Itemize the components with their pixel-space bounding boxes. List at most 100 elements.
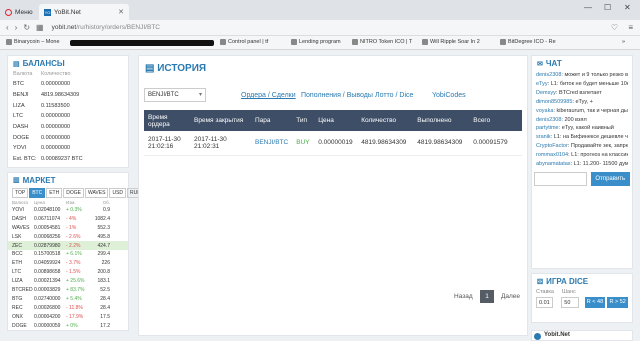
tab-yobit[interactable]: YO YoBit.Net ✕	[39, 4, 129, 20]
market-header: Валюта Цена Изм. Об.	[8, 198, 128, 206]
chat-input[interactable]	[534, 171, 587, 186]
market-tab-top[interactable]: TOP	[12, 187, 29, 198]
window-close-icon[interactable]: ✕	[624, 3, 631, 12]
market-currency: BTCRED	[12, 286, 33, 293]
bet-select[interactable]: 0.01	[536, 297, 554, 308]
balance-amount: 0.00000000	[41, 81, 71, 88]
market-currency: LSK	[12, 233, 22, 240]
chat-text: kiberaurum, так и черная дыра может откр…	[556, 107, 629, 114]
market-row[interactable]: LIZA 0.00021394 + 25.6% 183.1	[8, 277, 128, 286]
market-tab-eth[interactable]: ETH	[46, 187, 63, 198]
roll-high-button[interactable]: R > 52	[607, 297, 628, 308]
chat-username[interactable]: abynamatatas	[536, 161, 571, 167]
balance-amount: 4819.98634309	[41, 92, 80, 99]
link-deposits-withdrawals[interactable]: Пополнения / Выводы	[301, 92, 373, 99]
orders-header-row: Время ордера Время закрытия Пара Тип Цен…	[144, 110, 522, 131]
chat-username[interactable]: voyaka	[536, 108, 553, 114]
market-row[interactable]: DOGE 0.00000059 + 0% 17.2	[8, 321, 128, 330]
market-row[interactable]: BTG 0.02740000 + 5.4% 28.4	[8, 294, 128, 303]
done-cell: 4819.98634309	[413, 131, 470, 156]
chat-username[interactable]: denis2308	[536, 117, 561, 123]
page-number[interactable]: 1	[480, 290, 494, 303]
market-tab-doge[interactable]: DOGE	[63, 187, 84, 198]
pair-link[interactable]: BENJI/BTC	[251, 131, 293, 156]
market-tab-waves[interactable]: WAVES	[84, 187, 109, 198]
history-title: ▤ ИСТОРИЯ	[145, 63, 206, 74]
close-tab-icon[interactable]: ✕	[118, 8, 124, 16]
bookmark-item[interactable]: Control panel | tf	[220, 39, 268, 45]
market-list: YOVI 0.02048100 + 0.3% 0.9 DASH 0.06711074 - 4…	[8, 206, 128, 330]
history-icon: ▤	[145, 63, 158, 74]
market-row[interactable]: BTCRED 0.00003829 + 83.7% 52.5	[8, 286, 128, 295]
chat-username[interactable]: CryptoFactor	[536, 143, 568, 149]
market-row[interactable]: ZEC 0.02879980 - 2.2% 424.7	[8, 241, 128, 250]
market-tab-usd[interactable]: USD	[109, 187, 127, 198]
url-field[interactable]: yobit.net/ru/history/orders/BENJI/BTC	[52, 24, 160, 31]
chat-username[interactable]: sranik	[536, 134, 551, 140]
market-currency: DOGE	[12, 322, 27, 329]
send-button[interactable]: Отправить	[590, 171, 630, 186]
minimize-icon[interactable]: —	[584, 3, 592, 12]
bookmark-item[interactable]: Will Ripple Soar In 2	[422, 39, 480, 45]
market-row[interactable]: DASH 0.06711074 - 4% 1082.4	[8, 214, 128, 223]
market-change: - 11.8%	[66, 304, 83, 311]
bookmark-star-icon[interactable]: ♡	[611, 23, 618, 32]
col-volume: Об.	[102, 199, 110, 205]
pair-select[interactable]: BENJI/BTC ▾	[144, 88, 206, 102]
maximize-icon[interactable]: ☐	[604, 3, 611, 12]
roll-low-button[interactable]: R < 48	[584, 297, 606, 308]
bookmark-item[interactable]: BitDegree ICO - Re	[500, 39, 556, 45]
market-volume: 552.3	[97, 224, 110, 231]
chat-username[interactable]: denis2308	[536, 72, 561, 78]
browser-menu-icon[interactable]: ≡	[628, 23, 633, 32]
balances-table: Валюта Количество BTC 0.00000000 BENJI 4819…	[8, 71, 128, 167]
col-done: Выполнено	[413, 110, 470, 131]
market-tab-btc[interactable]: BTC	[29, 187, 46, 198]
back-icon[interactable]: ‹	[6, 23, 9, 32]
link-orders-trades[interactable]: Ордера / Сделки	[241, 92, 296, 99]
forward-icon[interactable]: ›	[15, 23, 18, 32]
market-row[interactable]: REC 0.00026800 - 11.8% 28.4	[8, 303, 128, 312]
yobit-net-label: Yobit.Net	[544, 332, 570, 338]
link-yobicodes[interactable]: YobiCodes	[432, 92, 466, 99]
chat-username[interactable]: dimon8509985	[536, 99, 572, 105]
chat-username[interactable]: eTyy	[536, 81, 548, 87]
market-row[interactable]: LTC 0.00898658 - 1.5% 200.8	[8, 268, 128, 277]
bookmark-favicon-icon	[291, 39, 297, 45]
chevron-down-icon: ▾	[198, 92, 202, 98]
bookmark-item[interactable]: NITRO Token ICO | T	[352, 39, 412, 45]
market-currency: ZEC	[12, 242, 22, 249]
balance-row: BTC 0.00000000	[13, 79, 123, 90]
chat-text: L1: на Бифинексе дешевле чем у нас стало	[553, 134, 628, 141]
market-row[interactable]: BCC 0.15700518 + 6.1% 299.4	[8, 250, 128, 259]
right-sidebar: ✉ ЧАТ denis2308: может и 9 только резко в…	[531, 55, 633, 327]
market-row[interactable]: YOVI 0.02048100 + 0.3% 0.9	[8, 206, 128, 215]
reload-icon[interactable]: ↻	[23, 23, 30, 32]
market-currency: REC	[12, 304, 23, 311]
balance-row: LTC 0.00000000	[13, 111, 123, 122]
bookmark-item[interactable]: Lending program	[291, 39, 341, 45]
balance-row: Est. BTC: 0.00089237 BTC	[13, 154, 123, 165]
prev-page-link[interactable]: Назад	[454, 293, 473, 300]
col-amount: Количество	[41, 71, 71, 77]
market-row[interactable]: ONX 0.00004200 - 17.9% 17.5	[8, 312, 128, 321]
next-page-link[interactable]: Далее	[501, 293, 520, 300]
yobit-favicon-icon: YO	[44, 8, 51, 16]
market-row[interactable]: ETH 0.04059924 - 3.7% 226	[8, 259, 128, 268]
bookmark-item[interactable]: Binarycoin – Mone	[6, 39, 60, 45]
chat-username[interactable]: partytime	[536, 125, 559, 131]
market-volume: 226	[101, 260, 110, 267]
chance-select[interactable]: 50	[561, 297, 579, 308]
more-bookmarks-icon[interactable]: »	[622, 39, 625, 45]
speed-dial-icon[interactable]: ▦	[36, 23, 44, 32]
market-row[interactable]: LSK 0.00068256 - 2.6% 495.8	[8, 232, 128, 241]
tab-label: YoBit.Net	[54, 8, 81, 16]
tab-menu[interactable]: Меню	[0, 4, 40, 20]
yobit-net-widget[interactable]: Yobit.Net	[531, 330, 633, 341]
chat-username[interactable]: Demsyy	[536, 90, 556, 96]
chat-text: L1: биток не будет меньше 10к уже никогд…	[550, 80, 628, 87]
chat-username[interactable]: rommax0104	[536, 152, 568, 158]
market-currency: LTC	[12, 269, 22, 276]
market-row[interactable]: WAVES 0.00054581 - 1% 552.3	[8, 223, 128, 232]
link-lotto-dice[interactable]: Лотто / Dice	[375, 92, 413, 99]
